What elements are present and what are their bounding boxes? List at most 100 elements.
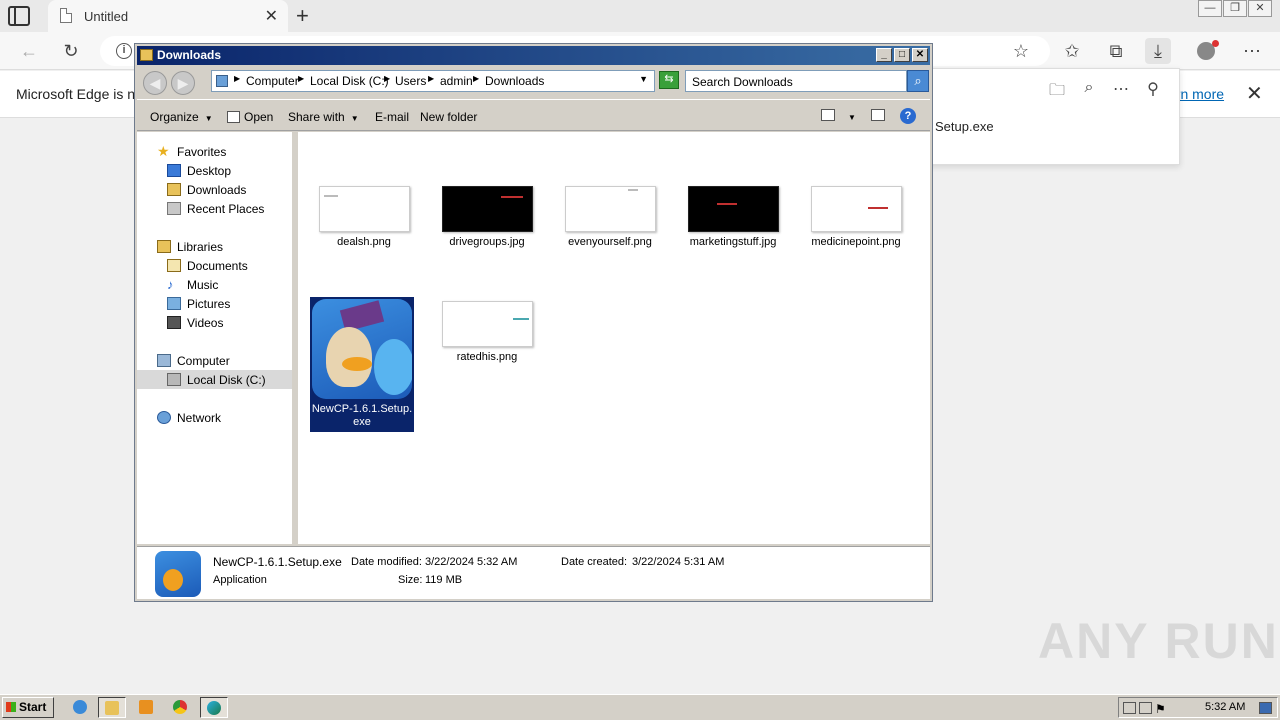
size-value: 119 MB [425,574,463,586]
media-player-icon[interactable] [132,697,160,718]
organize-button[interactable]: Organize ▼ [150,110,213,124]
nav-libraries[interactable]: Libraries [157,237,223,256]
network-tray-icon[interactable] [1139,702,1152,714]
refresh-icon[interactable]: ↻ [58,38,84,64]
network-icon [157,411,171,424]
change-view-icon[interactable] [821,109,835,121]
file-item[interactable]: ratedhis.png [435,301,539,364]
path-dropdown-icon[interactable]: ▼ [639,74,648,84]
file-name: medicinepoint.png [811,236,901,248]
details-type: Application [213,574,267,586]
chrome-icon[interactable] [166,697,194,718]
downloads-icon[interactable]: ⤓ [1145,38,1171,64]
infobar-close-button[interactable]: ✕ [1246,81,1263,106]
file-thumbnail [441,301,533,347]
file-item[interactable]: drivegroups.jpg [435,186,539,249]
back-icon[interactable]: ← [16,38,42,64]
explorer-titlebar[interactable]: Downloads _ □ ✕ [137,46,930,65]
email-button[interactable]: E-mail [375,110,409,124]
explorer-taskbar-icon[interactable] [98,697,126,718]
file-item[interactable]: dealsh.png [312,186,416,249]
nav-documents[interactable]: Documents [167,256,248,275]
back-arrow-icon[interactable]: ◀ [143,71,167,95]
open-folder-icon[interactable]: 🗀 [1045,79,1069,99]
file-thumbnail [810,186,902,232]
start-button[interactable]: Start [2,697,54,718]
search-input[interactable]: Search Downloads [685,70,907,92]
search-button-icon[interactable]: ⌕ [907,70,929,92]
pin-icon[interactable]: ⚲ [1141,79,1165,99]
flag-icon[interactable]: ⚑ [1155,702,1168,716]
search-icon[interactable]: ⌕ [1077,79,1101,99]
volume-icon[interactable] [1123,702,1136,714]
download-filename[interactable]: Setup.exe [935,119,994,134]
nav-desktop[interactable]: Desktop [167,161,231,180]
downloads-folder-icon [167,183,181,196]
file-item[interactable]: evenyourself.png [558,186,662,249]
address-path[interactable]: ▶ Computer ▶ Local Disk (C:) ▶ Users ▶ a… [211,70,655,92]
nav-network[interactable]: Network [157,408,221,427]
anyrun-watermark: ANY RUN [1038,613,1279,669]
explorer-maximize-button[interactable]: □ [894,48,910,62]
help-icon[interactable]: ? [900,108,916,124]
file-name: NewCP-1.6.1.Setup.exe [311,403,413,428]
show-desktop-icon[interactable] [1259,702,1272,714]
nav-pictures[interactable]: Pictures [167,294,230,313]
created-value: 3/22/2024 5:31 AM [632,556,725,568]
search-placeholder: Search Downloads [692,75,793,89]
file-item[interactable]: medicinepoint.png [804,186,908,249]
preview-pane-icon[interactable] [871,109,885,121]
more-options-icon[interactable]: ⋯ [1109,79,1133,99]
file-item[interactable]: marketingstuff.jpg [681,186,785,249]
restore-button[interactable]: ❐ [1223,0,1247,17]
collections-icon[interactable]: ⧉ [1103,38,1129,64]
clock: 5:32 AM [1205,701,1246,713]
share-with-button[interactable]: Share with ▼ [288,110,359,124]
modified-value: 3/22/2024 5:32 AM [425,556,518,568]
open-icon [227,111,240,123]
pictures-icon [167,297,181,310]
close-button[interactable]: ✕ [1248,0,1272,17]
documents-icon [167,259,181,272]
add-favorite-icon[interactable]: ☆ [1008,38,1034,64]
tab-untitled[interactable]: Untitled ✕ [48,0,288,32]
more-menu-icon[interactable]: ⋯ [1239,38,1265,64]
breadcrumb-downloads[interactable]: Downloads [485,74,544,88]
nav-recent-places[interactable]: Recent Places [167,199,264,218]
app-icon [155,551,201,597]
explorer-close-button[interactable]: ✕ [912,48,928,62]
nav-downloads[interactable]: Downloads [167,180,246,199]
nav-music[interactable]: ♪ Music [167,275,218,294]
profile-avatar[interactable] [1197,40,1219,60]
nav-videos[interactable]: Videos [167,313,223,332]
refresh-icon[interactable]: ⇆ [659,71,679,89]
edge-icon[interactable] [200,697,228,718]
new-tab-button[interactable]: + [296,3,309,29]
music-icon: ♪ [167,277,174,292]
tab-close-button[interactable]: ✕ [265,6,278,26]
breadcrumb-computer[interactable]: Computer [246,74,299,88]
nav-computer[interactable]: Computer [157,351,230,370]
file-list: dealsh.png drivegroups.jpg evenyourself.… [298,132,930,544]
nav-local-disk[interactable]: Local Disk (C:) [137,370,292,389]
file-item-selected[interactable]: NewCP-1.6.1.Setup.exe [310,297,414,432]
breadcrumb-local-disk[interactable]: Local Disk (C:) [310,74,389,88]
nav-favorites[interactable]: ★ Favorites [157,142,226,161]
created-label: Date created: [561,556,628,568]
view-dropdown-icon[interactable]: ▼ [848,113,856,122]
minimize-button[interactable]: — [1198,0,1222,17]
info-icon[interactable]: i [116,43,132,59]
file-name: marketingstuff.jpg [689,236,777,248]
modified-label: Date modified: [351,556,422,568]
favorites-icon[interactable]: ✩ [1059,38,1085,64]
tab-actions-icon[interactable] [8,6,30,26]
open-button[interactable]: Open [227,110,273,124]
page-icon [60,8,72,23]
breadcrumb-admin[interactable]: admin [440,74,473,88]
forward-arrow-icon[interactable]: ▶ [171,71,195,95]
explorer-minimize-button[interactable]: _ [876,48,892,62]
breadcrumb-users[interactable]: Users [395,74,426,88]
file-name: dealsh.png [337,236,391,248]
new-folder-button[interactable]: New folder [420,110,477,124]
ie-icon[interactable] [66,697,94,718]
